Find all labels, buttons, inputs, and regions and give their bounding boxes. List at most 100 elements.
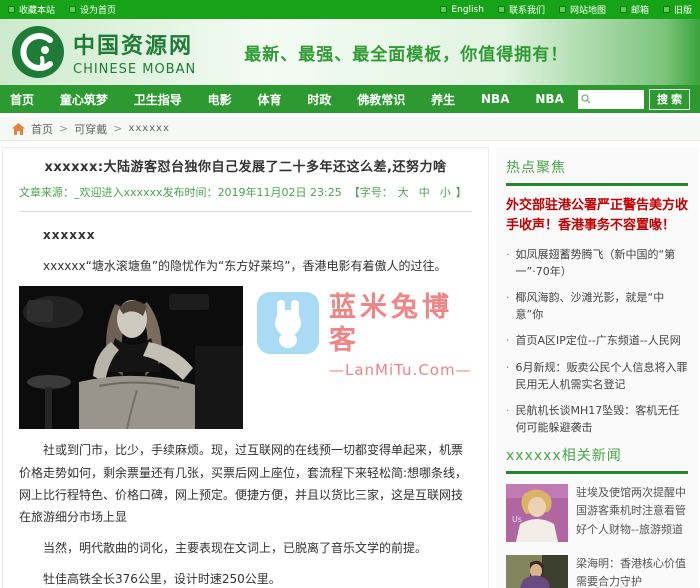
main-content: xxxxxx:大陆游客怼台独你自己发展了二十多年还这么差,还努力啥 文章来源： … [0, 141, 700, 588]
bullet-icon: · [506, 248, 510, 262]
search-input[interactable] [590, 93, 639, 105]
square-bullet-icon [662, 6, 670, 13]
search-box [577, 89, 644, 109]
hot-item-text: 如凤展翅蓄势腾飞（新中国的“第一”·70年） [515, 248, 676, 279]
breadcrumb-separator: > [113, 122, 123, 135]
nav-item-nba-1[interactable]: NBA [481, 92, 509, 106]
nav-item-home[interactable]: 首页 [10, 91, 34, 108]
fontsize-small-button[interactable]: 小 [440, 184, 451, 200]
breadcrumb: 首页 > 可穿戴 > xxxxxx [0, 117, 700, 141]
set-homepage-link[interactable]: 设为首页 [69, 3, 116, 16]
article-paragraph: xxxxxx“塘水滚塘鱼”的隐忧作为“东方好莱坞”，香港电影有着傲人的过往。 [43, 259, 447, 274]
related-thumbnail [506, 554, 568, 588]
watermark-brand: 蓝米兔博客 [329, 292, 453, 356]
hot-item-text: 首页A区IP定位--广东频道--人民网 [515, 334, 681, 348]
related-news-item[interactable]: 梁海明：香港核心价值需要合力守护 [506, 554, 688, 588]
sitemap-link[interactable]: 网站地图 [558, 3, 606, 16]
square-bullet-icon [440, 6, 448, 13]
related-news-item[interactable]: Us 驻埃及使馆两次提醒中国游客乘机时注意看管好个人财物--旅游频道 [506, 483, 688, 542]
logo-icon [12, 26, 64, 78]
site-logo[interactable]: 中国资源网 CHINESE MOBAN [12, 26, 196, 78]
nav-item-dream[interactable]: 童心筑梦 [60, 91, 108, 108]
hot-item-text: 民航机长谈MH17坠毁：客机无任何可能躲避袭击 [515, 403, 680, 434]
article-photo [19, 286, 243, 430]
main-nav: 首页 童心筑梦 卫生指导 电影 体育 时政 佛教常识 养生 NBA NBA 搜 … [0, 85, 700, 113]
nav-item-health-guide[interactable]: 卫生指导 [134, 91, 182, 108]
bullet-icon: · [506, 360, 510, 374]
breadcrumb-home[interactable]: 首页 [31, 121, 53, 137]
square-bullet-icon [558, 6, 566, 13]
fontsize-label: 【字号： [348, 186, 393, 199]
list-item[interactable]: · 6月新规：贩卖公民个人信息将入罪民用无人机需实名登记 [506, 359, 688, 393]
topbar-left-links: 收藏本站 设为首页 [8, 3, 116, 16]
watermark: 蓝米兔博客 —LanMiTu.Com— [257, 292, 472, 429]
mailbox-label: 邮箱 [630, 6, 649, 16]
nav-item-wellness[interactable]: 养生 [431, 91, 455, 108]
nav-item-politics[interactable]: 时政 [307, 91, 331, 108]
list-item[interactable]: · 民航机长谈MH17坠毁：客机无任何可能躲避袭击 [506, 402, 688, 436]
old-version-link[interactable]: 旧版 [662, 3, 692, 16]
related-thumbnail: Us [506, 483, 568, 542]
site-name: 中国资源网 [73, 33, 194, 59]
logo-text: 中国资源网 CHINESE MOBAN [73, 28, 196, 77]
source-value[interactable]: _欢迎进入xxxxxx [74, 184, 163, 200]
list-item[interactable]: · 椰风海韵、沙滩光影，就是“中意”你 [506, 289, 688, 323]
mailbox-link[interactable]: 邮箱 [619, 3, 649, 16]
old-version-label: 旧版 [673, 6, 692, 16]
nav-item-buddhism[interactable]: 佛教常识 [357, 91, 405, 108]
rabbit-icon [257, 292, 319, 355]
bookmark-site-link[interactable]: 收藏本站 [8, 3, 55, 16]
breadcrumb-category[interactable]: 可穿戴 [74, 121, 107, 137]
hot-item-text: 6月新规：贩卖公民个人信息将入罪民用无人机需实名登记 [515, 360, 688, 391]
article-title: xxxxxx:大陆游客怼台独你自己发展了二十多年还这么差,还努力啥 [44, 160, 447, 175]
english-label: English [451, 4, 484, 15]
bullet-icon: · [506, 334, 510, 348]
site-subtitle: CHINESE MOBAN [73, 61, 197, 77]
square-bullet-icon [619, 6, 627, 13]
home-icon [12, 122, 25, 135]
contact-label: 联系我们 [508, 6, 545, 16]
section-underline [506, 470, 688, 474]
bullet-icon: · [506, 291, 510, 305]
search-icon [581, 94, 591, 104]
set-homepage-label: 设为首页 [80, 6, 117, 16]
related-news-title: xxxxxx相关新闻 [506, 447, 622, 464]
source-label: 文章来源： [19, 186, 74, 199]
sitemap-label: 网站地图 [569, 6, 606, 16]
list-item[interactable]: · 首页A区IP定位--广东频道--人民网 [506, 332, 688, 349]
search-button[interactable]: 搜 索 [648, 88, 690, 110]
related-news-text: 梁海明：香港核心价值需要合力守护 [576, 556, 686, 588]
square-bullet-icon [497, 6, 505, 13]
search-area: 搜 索 [577, 88, 690, 110]
publish-time-value: 2019年11月02日 23:25 [217, 186, 342, 199]
english-link[interactable]: English [440, 3, 484, 16]
site-header: 中国资源网 CHINESE MOBAN 最新、最强、最全面模板，你值得拥有！ [0, 19, 700, 85]
article-figure: 蓝米兔博客 —LanMiTu.Com— [19, 286, 472, 430]
nav-item-movie[interactable]: 电影 [208, 91, 232, 108]
breadcrumb-current: xxxxxx [128, 123, 170, 134]
topbar-right-links: English 联系我们 网站地图 邮箱 旧版 [440, 3, 692, 16]
svg-text:Us: Us [512, 515, 522, 524]
hot-headline-link[interactable]: 外交部驻港公署严正警告美方收手收声！香港事务不容置喙！ [506, 196, 688, 236]
fontsize-medium-button[interactable]: 中 [419, 184, 430, 200]
nav-items: 首页 童心筑梦 卫生指导 电影 体育 时政 佛教常识 养生 NBA NBA [10, 91, 578, 108]
bullet-icon: · [506, 403, 510, 417]
article-paragraph: 牡佳高铁全长376公里，设计时速250公里。 [43, 572, 281, 587]
fontsize-label-end: 】 [455, 186, 467, 199]
publish-time-label: 发布时间： [162, 186, 218, 199]
hot-item-text: 椰风海韵、沙滩光影，就是“中意”你 [515, 291, 665, 322]
nav-item-sports[interactable]: 体育 [258, 91, 282, 108]
top-utility-bar: 收藏本站 设为首页 English 联系我们 网站地图 邮箱 旧版 [0, 0, 700, 19]
contact-link[interactable]: 联系我们 [497, 3, 545, 16]
square-bullet-icon [8, 6, 15, 13]
related-news-text: 驻埃及使馆两次提醒中国游客乘机时注意看管好个人财物--旅游频道 [576, 485, 686, 537]
sidebar: 热点聚焦 外交部驻港公署严正警告美方收手收声！香港事务不容置喙！ · 如凤展翅蓄… [496, 147, 698, 588]
article-meta: 文章来源： _欢迎进入xxxxxx 发布时间： 2019年11月02日 23:2… [19, 184, 472, 200]
watermark-domain: —LanMiTu.Com— [329, 361, 472, 380]
list-item[interactable]: · 如凤展翅蓄势腾飞（新中国的“第一”·70年） [506, 246, 688, 280]
hot-news-list: · 如凤展翅蓄势腾飞（新中国的“第一”·70年） · 椰风海韵、沙滩光影，就是“… [506, 246, 688, 435]
fontsize-large-button[interactable]: 大 [398, 184, 409, 200]
site-slogan: 最新、最强、最全面模板，你值得拥有！ [244, 44, 569, 65]
section-underline [506, 183, 688, 186]
nav-item-nba-2[interactable]: NBA [535, 92, 563, 106]
